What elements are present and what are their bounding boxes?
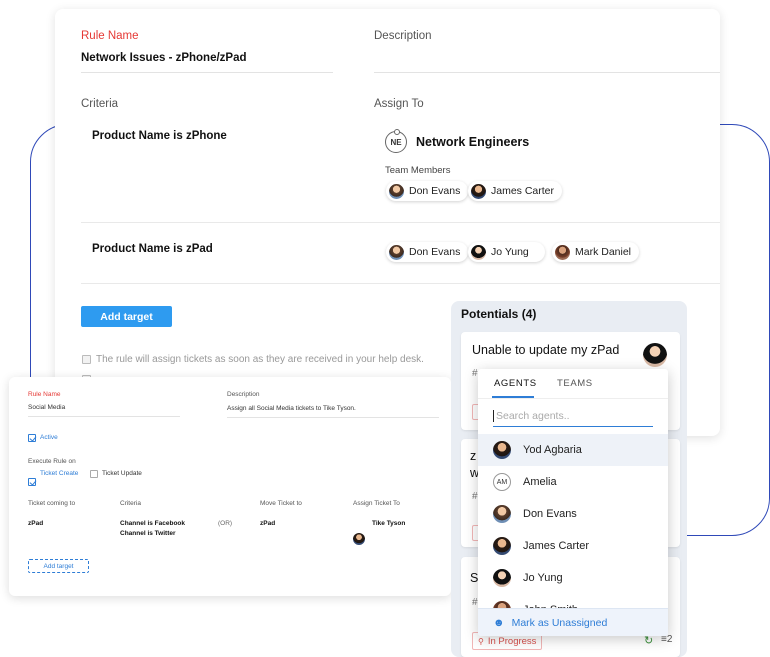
member-chip[interactable]: Don Evans xyxy=(386,242,469,262)
row-criteria-1: Channel is Facebook xyxy=(120,520,186,527)
divider xyxy=(81,222,720,223)
description-label: Description xyxy=(374,30,432,42)
mark-unassigned-button[interactable]: ☻ Mark as Unassigned xyxy=(478,608,668,636)
info-checkbox[interactable] xyxy=(82,355,91,364)
tab-teams[interactable]: TEAMS xyxy=(557,378,593,389)
social-name-field[interactable]: Social Media xyxy=(28,404,180,417)
social-description-field[interactable]: Assign all Social Media tickets to Tike … xyxy=(227,405,439,418)
social-description-label: Description xyxy=(227,391,260,398)
agent-name: James Carter xyxy=(523,540,590,552)
ticket-id: # xyxy=(472,491,478,502)
avatar xyxy=(389,183,404,199)
avatar xyxy=(493,505,511,523)
row-or: (OR) xyxy=(218,520,233,527)
tab-agents[interactable]: AGENTS xyxy=(494,378,537,389)
social-add-target-button[interactable]: Add target xyxy=(28,559,89,573)
active-label: Active xyxy=(40,434,58,441)
agent-initials-avatar: AM xyxy=(493,473,511,491)
avatar xyxy=(555,244,570,260)
member-chip[interactable]: James Carter xyxy=(468,181,563,201)
social-rule-card: Rule Name Social Media Description Assig… xyxy=(9,377,451,596)
execute-label: Execute Rule on xyxy=(28,458,76,465)
col-criteria: Criteria xyxy=(120,500,141,507)
member-name: James Carter xyxy=(491,185,555,197)
potentials-title: Potentials (4) xyxy=(461,307,537,321)
ticket-title: z xyxy=(470,449,477,463)
add-target-button[interactable]: Add target xyxy=(81,306,172,327)
team-name[interactable]: Network Engineers xyxy=(416,135,529,149)
ticket-create-label: Ticket Create xyxy=(40,470,79,477)
criteria-zpad: Product Name is zPad xyxy=(92,243,213,255)
user-unassign-icon: ☻ xyxy=(493,616,505,629)
row-assign-ticket: Tike Tyson xyxy=(372,520,406,527)
team-members-label: Team Members xyxy=(385,165,451,176)
row-move-ticket: zPad xyxy=(260,520,276,527)
potentials-count: (4) xyxy=(521,307,537,321)
status-icon: ⚲ xyxy=(478,636,484,646)
social-name-label: Rule Name xyxy=(28,391,61,398)
row-ticket-coming: zPad xyxy=(28,520,44,527)
row-criteria-2: Channel is Twitter xyxy=(120,530,176,537)
avatar xyxy=(493,537,511,555)
agent-name: Don Evans xyxy=(523,508,577,520)
agent-name: Amelia xyxy=(523,476,557,488)
team-initials: NE xyxy=(385,129,407,153)
divider xyxy=(478,398,668,399)
member-name: Don Evans xyxy=(409,185,461,197)
text-cursor xyxy=(493,410,494,422)
agent-option[interactable]: AM Amelia xyxy=(478,466,668,498)
info-text: The rule will assign tickets as soon as … xyxy=(96,354,424,365)
ticket-id: # xyxy=(472,597,478,608)
agent-option[interactable]: Jo Yung xyxy=(478,562,668,594)
assign-to-label: Assign To xyxy=(374,98,424,110)
avatar xyxy=(471,244,486,260)
member-name: Don Evans xyxy=(409,246,461,258)
search-agents-input[interactable]: Search agents.. xyxy=(493,406,653,427)
agent-name: Jo Yung xyxy=(523,572,563,584)
col-ticket-coming: Ticket coming to xyxy=(28,500,76,507)
avatar xyxy=(389,244,404,260)
ticket-title: Unable to update my zPad xyxy=(472,343,620,357)
agent-option[interactable]: James Carter xyxy=(478,530,668,562)
agent-name: Yod Agbaria xyxy=(523,444,582,456)
member-name: Jo Yung xyxy=(491,246,529,258)
avatar xyxy=(493,569,511,587)
agent-picker-dropdown: AGENTS TEAMS Search agents.. Yod Agbaria… xyxy=(478,369,668,636)
col-assign-ticket: Assign Ticket To xyxy=(353,500,400,507)
avatar xyxy=(353,533,365,545)
agent-option[interactable]: Yod Agbaria xyxy=(478,434,668,466)
avatar xyxy=(471,183,486,199)
member-name: Mark Daniel xyxy=(575,246,632,258)
criteria-zphone: Product Name is zPhone xyxy=(92,130,227,142)
col-move-ticket: Move Ticket to xyxy=(260,500,302,507)
search-placeholder: Search agents.. xyxy=(496,410,570,422)
team-avatar: NE xyxy=(385,129,407,153)
avatar xyxy=(493,441,511,459)
ticket-id: # xyxy=(472,368,478,379)
ticket-update-checkbox[interactable] xyxy=(90,470,98,478)
active-checkbox[interactable] xyxy=(28,434,36,442)
rule-name-field[interactable]: Network Issues - zPhone/zPad xyxy=(81,52,333,73)
agent-option[interactable]: Don Evans xyxy=(478,498,668,530)
rule-name-label: Rule Name xyxy=(81,30,139,42)
member-chip[interactable]: Jo Yung xyxy=(468,242,545,262)
ticket-create-checkbox[interactable] xyxy=(28,478,36,486)
avatar xyxy=(643,343,667,367)
member-chip[interactable]: Mark Daniel xyxy=(552,242,640,262)
ticket-update-label: Ticket Update xyxy=(102,470,142,477)
divider xyxy=(81,283,720,284)
member-chip[interactable]: Don Evans xyxy=(386,181,469,201)
criteria-label: Criteria xyxy=(81,98,119,110)
description-field[interactable] xyxy=(374,52,720,73)
